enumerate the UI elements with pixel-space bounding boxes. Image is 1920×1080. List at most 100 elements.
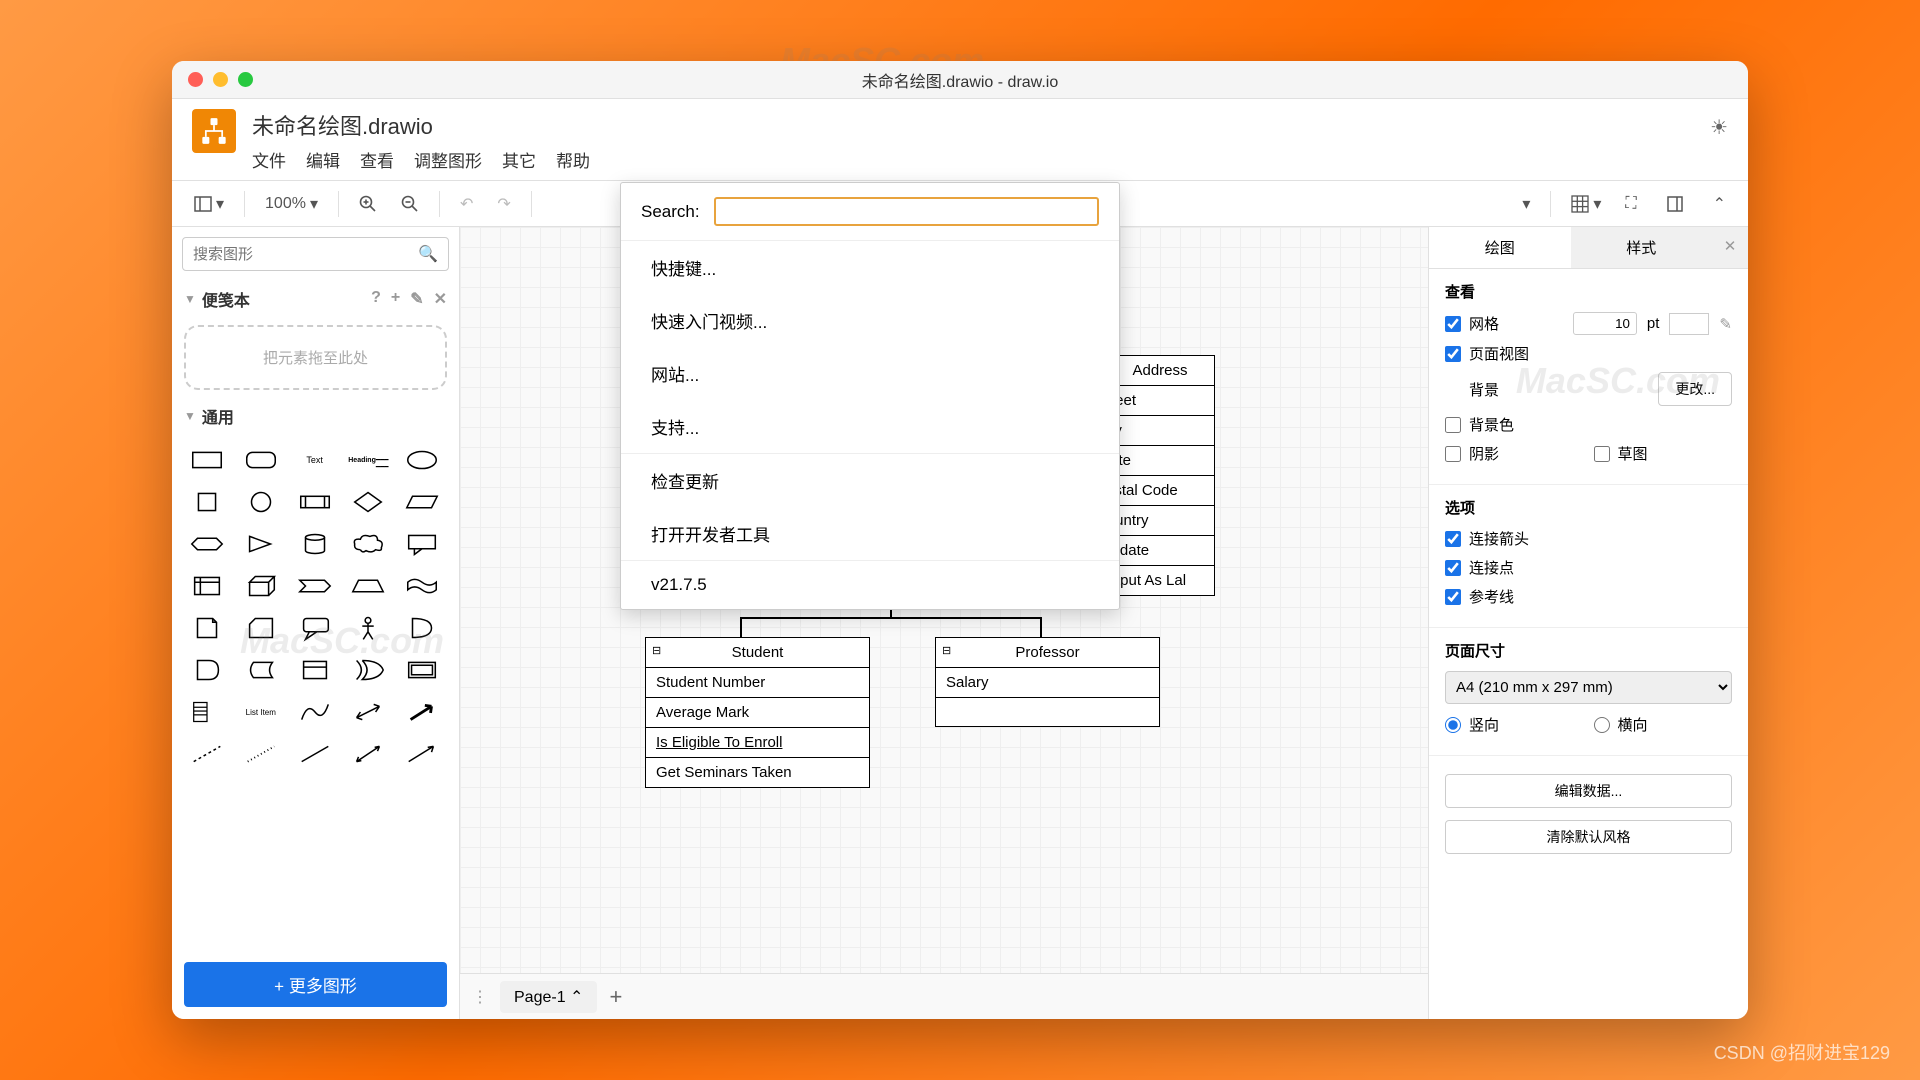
shape-heading[interactable]: Heading━━━━━━ (345, 442, 391, 478)
shape-tape[interactable] (399, 568, 445, 604)
uml-professor[interactable]: ⊟Professor Salary (935, 637, 1160, 727)
shape-square[interactable] (184, 484, 230, 520)
zoom-out-button[interactable] (393, 191, 427, 217)
menu-quickstart[interactable]: 快速入门视频... (621, 294, 1119, 347)
pagesize-selector[interactable]: A4 (210 mm x 297 mm) (1445, 671, 1732, 704)
shape-note[interactable] (184, 610, 230, 646)
shape-and[interactable] (184, 652, 230, 688)
shape-arrow-thick[interactable] (399, 694, 445, 730)
shape-search[interactable]: 🔍 (182, 237, 449, 271)
shape-container[interactable] (292, 652, 338, 688)
more-shapes-button[interactable]: + 更多图形 (184, 962, 447, 1007)
shape-cloud[interactable] (345, 526, 391, 562)
search-input[interactable] (193, 246, 418, 263)
add-icon[interactable]: + (391, 289, 400, 309)
close-icon[interactable]: ✕ (434, 289, 447, 309)
shape-card[interactable] (238, 610, 284, 646)
portrait-radio[interactable]: 竖向 (1445, 714, 1584, 735)
undo-button[interactable]: ↶ (452, 190, 481, 218)
shape-curve[interactable] (292, 694, 338, 730)
page-menu-button[interactable]: ⋮ (472, 987, 488, 1007)
shape-arrow[interactable] (399, 736, 445, 772)
shape-data-storage[interactable] (238, 652, 284, 688)
clear-style-button[interactable]: 清除默认风格 (1445, 820, 1732, 854)
scratchpad-header[interactable]: ▼ 便笺本 ? + ✎ ✕ (172, 281, 459, 317)
collapse-icon[interactable]: ⊟ (942, 644, 951, 657)
menu-help[interactable]: 帮助 (556, 147, 590, 172)
uml-student[interactable]: ⊟Student Student Number Average Mark Is … (645, 637, 870, 788)
shape-xor[interactable] (345, 652, 391, 688)
menu-file[interactable]: 文件 (252, 147, 286, 172)
grid-color-swatch[interactable] (1669, 313, 1709, 335)
shape-circle[interactable] (238, 484, 284, 520)
tab-diagram[interactable]: 绘图 (1429, 227, 1571, 268)
menu-edit[interactable]: 编辑 (306, 147, 340, 172)
close-button[interactable] (188, 72, 203, 87)
bgcolor-checkbox[interactable]: 背景色 (1445, 414, 1732, 435)
shape-hexagon[interactable] (184, 526, 230, 562)
collapse-icon[interactable]: ⊟ (652, 644, 661, 657)
menu-arrange[interactable]: 调整图形 (414, 147, 482, 172)
edit-icon[interactable]: ✎ (410, 289, 423, 309)
menu-support[interactable]: 支持... (621, 400, 1119, 453)
shape-rect[interactable] (184, 442, 230, 478)
minimize-button[interactable] (213, 72, 228, 87)
fullscreen-button[interactable]: ⛶ (1617, 191, 1644, 217)
shape-dashed[interactable] (184, 736, 230, 772)
theme-toggle-icon[interactable]: ☀ (1710, 115, 1728, 140)
shape-bidir-arrow[interactable] (345, 694, 391, 730)
shape-trapezoid[interactable] (345, 568, 391, 604)
menu-view[interactable]: 查看 (360, 147, 394, 172)
help-search-input[interactable] (714, 197, 1099, 226)
redo-button[interactable]: ↷ (489, 190, 518, 218)
tab-style[interactable]: 样式 (1571, 227, 1713, 268)
shape-triangle[interactable] (238, 526, 284, 562)
shape-internal-storage[interactable] (184, 568, 230, 604)
doc-title[interactable]: 未命名绘图.drawio (252, 109, 590, 141)
shape-process[interactable] (292, 484, 338, 520)
close-panel-button[interactable]: ✕ (1712, 227, 1748, 268)
shape-text[interactable]: Text (292, 442, 338, 478)
shape-cylinder[interactable] (292, 526, 338, 562)
landscape-radio[interactable]: 横向 (1594, 714, 1733, 735)
shape-double-rect[interactable] (399, 652, 445, 688)
points-checkbox[interactable]: 连接点 (1445, 557, 1732, 578)
shape-callout2[interactable] (292, 610, 338, 646)
shape-or[interactable] (399, 610, 445, 646)
zoom-in-button[interactable] (351, 191, 385, 217)
edit-data-button[interactable]: 编辑数据... (1445, 774, 1732, 808)
table-button[interactable]: ▾ (1563, 190, 1609, 218)
arrows-checkbox[interactable]: 连接箭头 (1445, 528, 1732, 549)
maximize-button[interactable] (238, 72, 253, 87)
shape-ellipse[interactable] (399, 442, 445, 478)
shape-cube[interactable] (238, 568, 284, 604)
grid-size-input[interactable] (1573, 312, 1637, 335)
menu-extras[interactable]: 其它 (502, 147, 536, 172)
shadow-checkbox[interactable]: 阴影 (1445, 443, 1584, 464)
shape-line[interactable] (292, 736, 338, 772)
menu-website[interactable]: 网站... (621, 347, 1119, 400)
zoom-selector[interactable]: 100% ▾ (257, 190, 326, 218)
guides-checkbox[interactable]: 参考线 (1445, 586, 1732, 607)
dropdown-button[interactable]: ▾ (1514, 190, 1538, 218)
shape-rounded-rect[interactable] (238, 442, 284, 478)
shape-list[interactable] (184, 694, 230, 730)
sketch-checkbox[interactable]: 草图 (1594, 443, 1733, 464)
menu-check-updates[interactable]: 检查更新 (621, 454, 1119, 507)
format-panel-button[interactable] (1659, 192, 1691, 216)
add-page-button[interactable]: + (609, 984, 622, 1010)
edit-icon[interactable]: ✎ (1719, 315, 1732, 333)
shape-step[interactable] (292, 568, 338, 604)
scratchpad-dropzone[interactable]: 把元素拖至此处 (184, 325, 447, 390)
shape-parallelogram[interactable] (399, 484, 445, 520)
shape-list-item[interactable]: List Item (238, 694, 284, 730)
menu-dev-tools[interactable]: 打开开发者工具 (621, 507, 1119, 560)
shape-diamond[interactable] (345, 484, 391, 520)
menu-shortcuts[interactable]: 快捷键... (621, 241, 1119, 294)
collapse-button[interactable]: ⌃ (1705, 190, 1734, 218)
grid-checkbox[interactable]: 网格 (1445, 313, 1563, 334)
page-tab[interactable]: Page-1 ⌃ (500, 981, 597, 1013)
help-icon[interactable]: ? (371, 289, 381, 309)
general-header[interactable]: ▼ 通用 (172, 398, 459, 434)
change-bg-button[interactable]: 更改... (1658, 372, 1732, 406)
